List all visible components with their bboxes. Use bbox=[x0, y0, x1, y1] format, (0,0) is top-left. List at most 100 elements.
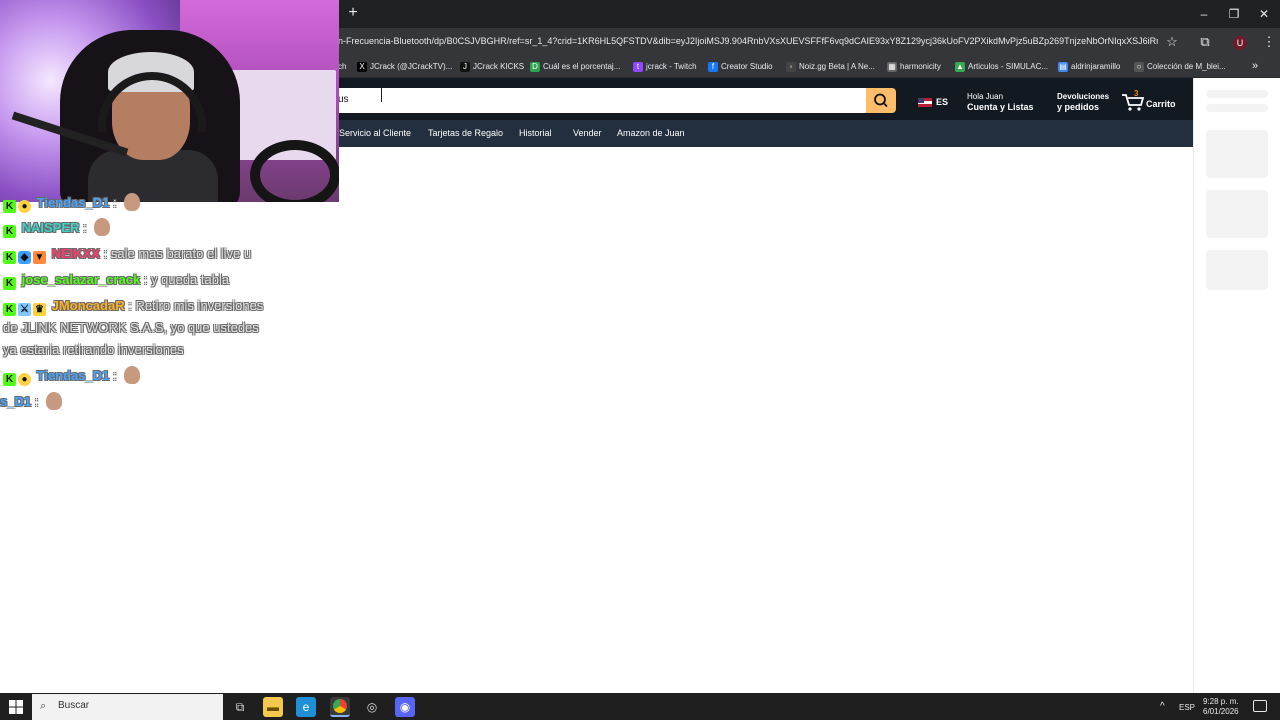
input-language[interactable]: ESP bbox=[1179, 703, 1195, 713]
address-bar[interactable]: n-Frecuencia-Bluetooth/dp/B0CSJVBGHR/ref… bbox=[338, 36, 1158, 50]
restore-button[interactable]: ❐ bbox=[1222, 4, 1246, 24]
twitch-icon: t bbox=[633, 61, 643, 72]
coin-badge-icon: ● bbox=[18, 200, 31, 213]
bookmarks-more-button[interactable]: » bbox=[1252, 59, 1258, 74]
emote-icon bbox=[124, 193, 141, 211]
bookmark-label: Creator Studio bbox=[721, 62, 773, 71]
chat-username: Tiendas_D1 bbox=[36, 195, 110, 210]
bookmark-item[interactable]: ▤ aldrinjaramillo bbox=[1058, 59, 1120, 74]
chat-username: s_D1 bbox=[0, 394, 32, 409]
chat-username: Tiendas_D1 bbox=[36, 368, 110, 383]
bookmark-label: Colección de M_blei... bbox=[1147, 62, 1226, 71]
search-input[interactable] bbox=[330, 88, 867, 113]
coin-badge-icon: ● bbox=[18, 373, 31, 386]
chat-message: K jose_salazar_crack : y queda tabla bbox=[3, 269, 229, 291]
bookmark-label: ch bbox=[338, 62, 347, 71]
search-icon: ⌕ bbox=[40, 700, 47, 712]
file-explorer-icon[interactable]: ▬ bbox=[263, 697, 283, 717]
crown-badge-icon: ♛ bbox=[33, 303, 46, 316]
sword-badge-icon: ⚔ bbox=[18, 303, 31, 316]
chat-text: y queda tabla bbox=[151, 272, 230, 287]
cart-count: 3 bbox=[1134, 89, 1139, 98]
chat-message: s_D1 : bbox=[0, 391, 62, 413]
profile-icon[interactable]: U bbox=[1231, 33, 1249, 51]
windows-start-icon[interactable] bbox=[8, 699, 24, 715]
nav-sell[interactable]: Vender bbox=[573, 128, 602, 138]
chat-message-continued: ya estaria retirando inversiones bbox=[3, 342, 184, 357]
tray-overflow-icon[interactable]: ^ bbox=[1160, 702, 1165, 712]
bookmark-label: aldrinjaramillo bbox=[1071, 62, 1121, 71]
nav-gift-cards[interactable]: Tarjetas de Regalo bbox=[428, 128, 503, 138]
star-icon[interactable]: ☆ bbox=[1163, 33, 1181, 51]
obs-icon[interactable]: ◎ bbox=[362, 697, 382, 717]
cart-label: Carrito bbox=[1146, 99, 1176, 109]
loading-side-panel bbox=[1193, 78, 1280, 693]
kick-icon: J bbox=[460, 61, 470, 72]
skeleton-block bbox=[1206, 190, 1268, 238]
account-menu[interactable]: Hola Juan Cuenta y Listas bbox=[967, 92, 1034, 112]
bookmark-item[interactable]: ▦ harmonicity bbox=[887, 59, 941, 74]
search-button[interactable] bbox=[866, 88, 896, 113]
nav-amazon-de-juan[interactable]: Amazon de Juan bbox=[617, 128, 685, 138]
kick-badge-icon: K bbox=[3, 225, 16, 238]
account-greeting: Hola Juan bbox=[967, 92, 1004, 101]
chrome-icon[interactable] bbox=[330, 697, 350, 717]
chat-username: jose_salazar_crack bbox=[21, 272, 141, 287]
notifications-icon[interactable] bbox=[1253, 700, 1267, 712]
skeleton-block bbox=[1206, 250, 1268, 290]
chat-message-continued: de JLINK NETWORK S.A.S, yo que ustedes bbox=[3, 320, 259, 335]
noiz-icon: ◦ bbox=[786, 61, 796, 72]
new-tab-button[interactable]: + bbox=[345, 4, 361, 22]
chat-text: sale mas barato el live u bbox=[110, 246, 252, 261]
bookmark-label: harmonicity bbox=[900, 62, 941, 71]
search-icon bbox=[874, 93, 888, 108]
chat-message: K ● Tiendas_D1 : bbox=[3, 365, 141, 387]
extensions-icon[interactable]: ⧉ bbox=[1196, 33, 1214, 51]
skeleton-bar bbox=[1206, 90, 1268, 98]
chat-username: NEIKXX bbox=[51, 246, 101, 261]
bookmark-item[interactable]: D Cuál es el porcentaj... bbox=[530, 59, 620, 74]
sheets-icon: ▤ bbox=[1058, 61, 1068, 72]
clock-time: 9:28 p. m. bbox=[1203, 697, 1239, 706]
nav-customer-service[interactable]: Servicio al Cliente bbox=[339, 128, 411, 138]
bookmark-item[interactable]: ◦ Noiz.gg Beta | A Ne... bbox=[786, 59, 875, 74]
menu-icon[interactable]: ⋮ bbox=[1260, 33, 1278, 51]
webcam-overlay bbox=[0, 0, 339, 202]
harmonicity-icon: ▦ bbox=[887, 61, 897, 72]
close-button[interactable]: ✕ bbox=[1252, 4, 1276, 24]
clock[interactable]: 9:28 p. m. 6/01/2026 bbox=[1203, 697, 1239, 717]
bookmark-item[interactable]: ○ Colección de M_blei... bbox=[1134, 59, 1226, 74]
minimize-button[interactable]: – bbox=[1192, 4, 1216, 24]
bookmark-label: jcrack - Twitch bbox=[646, 62, 697, 71]
bookmark-item[interactable]: X JCrack (@JCrackTV)... bbox=[357, 59, 452, 74]
discord-icon[interactable]: ◉ bbox=[395, 697, 415, 717]
bookmark-label: Noiz.gg Beta | A Ne... bbox=[799, 62, 875, 71]
bookmark-item[interactable]: J JCrack KICKS bbox=[460, 59, 524, 74]
chat-message: K NAISPER : bbox=[3, 217, 111, 239]
bookmark-item[interactable]: ▲ Articulos - SIMULAC... bbox=[955, 59, 1048, 74]
bookmark-item[interactable]: t jcrack - Twitch bbox=[633, 59, 697, 74]
kick-badge-icon: K bbox=[3, 373, 16, 386]
kick-badge-icon: K bbox=[3, 303, 16, 316]
language-selector[interactable]: ES bbox=[918, 97, 948, 107]
kick-badge-icon: K bbox=[3, 277, 16, 290]
emote-icon bbox=[94, 218, 111, 236]
bookmark-item[interactable]: ch bbox=[338, 59, 346, 74]
emote-icon bbox=[45, 392, 62, 410]
bookmark-label: Cuál es el porcentaj... bbox=[543, 62, 621, 71]
webcam-steering-wheel bbox=[250, 140, 339, 202]
folder-icon: ○ bbox=[1134, 61, 1144, 72]
edge-icon[interactable]: e bbox=[296, 697, 316, 717]
bookmark-item[interactable]: f Creator Studio bbox=[708, 59, 773, 74]
orders-link[interactable]: Devoluciones y pedidos bbox=[1057, 92, 1109, 112]
skeleton-bar bbox=[1206, 104, 1268, 112]
facebook-icon: f bbox=[708, 61, 718, 72]
gem-badge-icon: ◆ bbox=[18, 251, 31, 264]
orders-line2: y pedidos bbox=[1057, 102, 1100, 112]
chat-message: K ◆ ▼ NEIKXX : sale mas barato el live u bbox=[3, 243, 251, 265]
us-flag-icon bbox=[918, 97, 932, 107]
task-view-icon[interactable]: ⧉ bbox=[230, 697, 250, 717]
clock-date: 6/01/2026 bbox=[1203, 707, 1239, 716]
nav-history[interactable]: Historial bbox=[519, 128, 552, 138]
emote-icon bbox=[124, 366, 141, 384]
